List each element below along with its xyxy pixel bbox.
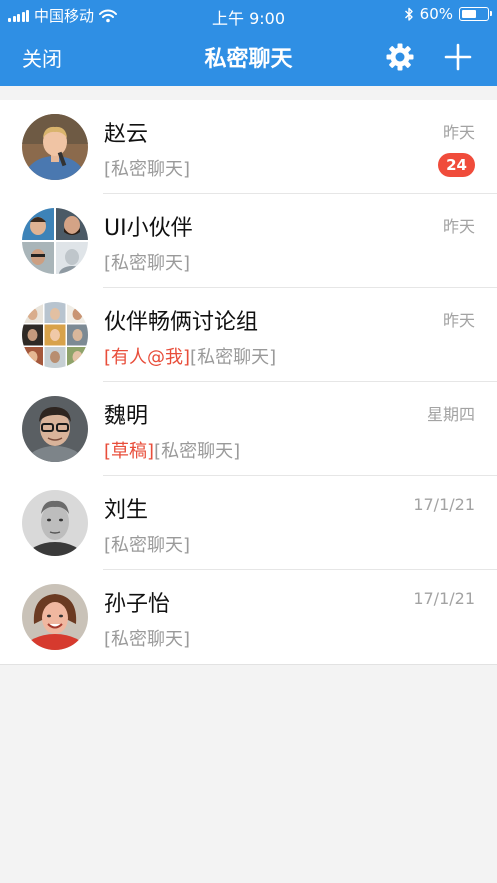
group-avatar bbox=[22, 208, 88, 274]
chat-name: 伙伴畅俩讨论组 bbox=[104, 310, 259, 335]
mention-tag: [有人@我] bbox=[104, 347, 191, 368]
chat-name: 赵云 bbox=[104, 122, 149, 147]
avatar bbox=[22, 114, 88, 180]
chat-preview: [私密聊天] bbox=[154, 441, 241, 462]
status-right: 60% bbox=[404, 5, 492, 23]
chat-preview: [私密聊天] bbox=[190, 347, 277, 368]
header: 中国移动 上午 9:00 60% 关闭 私密聊天 bbox=[0, 0, 497, 86]
plus-icon[interactable] bbox=[443, 42, 473, 72]
chat-time: 星期四 bbox=[426, 405, 475, 424]
bluetooth-icon bbox=[404, 7, 413, 21]
chat-list: 赵云 昨天 [私密聊天] 24 UI小伙伴 昨天 [私密聊天] 伙伴畅俩讨论组 … bbox=[0, 100, 497, 665]
chat-row-liusheng[interactable]: 刘生 17/1/21 [私密聊天] bbox=[0, 476, 497, 570]
chat-preview: [私密聊天] bbox=[104, 535, 191, 556]
avatar bbox=[22, 584, 88, 650]
battery-fill bbox=[462, 10, 476, 18]
page-title: 私密聊天 bbox=[204, 47, 293, 72]
gear-icon[interactable] bbox=[385, 42, 415, 72]
group-avatar bbox=[22, 302, 88, 368]
chat-subtitle: [私密聊天] bbox=[104, 625, 190, 651]
chat-subtitle: [私密聊天] bbox=[104, 249, 190, 275]
chat-row-ui-partners[interactable]: UI小伙伴 昨天 [私密聊天] bbox=[0, 194, 497, 288]
chat-preview: [私密聊天] bbox=[104, 159, 191, 180]
draft-tag: [草稿] bbox=[104, 441, 155, 462]
chat-subtitle: [私密聊天] bbox=[104, 155, 190, 181]
chat-preview: [私密聊天] bbox=[104, 629, 191, 650]
chat-row-zhaoyun[interactable]: 赵云 昨天 [私密聊天] 24 bbox=[0, 100, 497, 194]
unread-badge: 24 bbox=[438, 153, 475, 177]
avatar bbox=[22, 396, 88, 462]
chat-row-weiming[interactable]: 魏明 星期四 [草稿][私密聊天] bbox=[0, 382, 497, 476]
chat-time: 17/1/21 bbox=[413, 589, 475, 608]
nav-bar: 关闭 私密聊天 bbox=[0, 28, 497, 86]
status-bar: 中国移动 上午 9:00 60% bbox=[0, 0, 497, 28]
chat-time: 17/1/21 bbox=[413, 495, 475, 514]
chat-name: UI小伙伴 bbox=[104, 216, 193, 241]
chat-time: 昨天 bbox=[442, 217, 475, 236]
chat-name: 刘生 bbox=[104, 498, 149, 523]
chat-row-sunziyi[interactable]: 孙子怡 17/1/21 [私密聊天] bbox=[0, 570, 497, 664]
chat-preview: [私密聊天] bbox=[104, 253, 191, 274]
chat-time: 昨天 bbox=[442, 123, 475, 142]
chat-name: 魏明 bbox=[104, 404, 149, 429]
chat-row-discussion-group[interactable]: 伙伴畅俩讨论组 昨天 [有人@我][私密聊天] bbox=[0, 288, 497, 382]
battery-percent: 60% bbox=[419, 5, 453, 23]
chat-subtitle: [私密聊天] bbox=[104, 531, 190, 557]
avatar bbox=[22, 490, 88, 556]
chat-subtitle: [草稿][私密聊天] bbox=[104, 437, 240, 463]
chat-subtitle: [有人@我][私密聊天] bbox=[104, 343, 276, 369]
battery-icon bbox=[459, 7, 492, 21]
chat-name: 孙子怡 bbox=[104, 592, 171, 617]
chat-time: 昨天 bbox=[442, 311, 475, 330]
